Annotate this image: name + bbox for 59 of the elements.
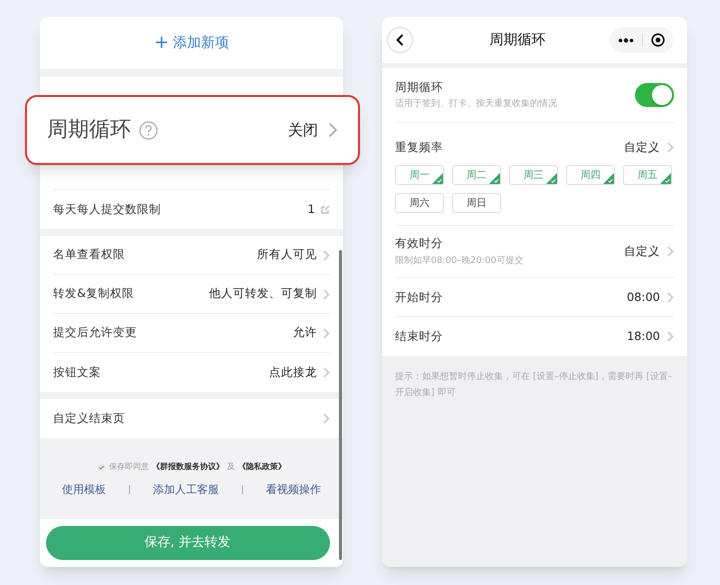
chevron-icon <box>323 288 330 300</box>
callout-title: 周期循环 <box>47 116 131 144</box>
row-value: 18:00 <box>626 328 660 346</box>
chevron-icon <box>323 250 330 260</box>
check-corner-icon <box>432 173 443 184</box>
row-value: 所有人可见 <box>257 246 317 264</box>
back-icon <box>396 34 404 46</box>
settings-row[interactable]: 按钮文案 点此接龙 <box>53 353 330 392</box>
check-corner-icon <box>660 173 671 184</box>
chevron-icon <box>323 413 330 424</box>
settings-row[interactable]: 开始时分 08:00 <box>395 278 674 318</box>
back-button[interactable] <box>387 27 413 53</box>
chevron-icon <box>323 328 330 338</box>
settings-row[interactable]: 转发&复制权限 他人可转发、可复制 <box>53 275 330 314</box>
row-hint: 限制如早08:00–晚20:00可提交 <box>395 254 524 268</box>
row-hint: 适用于签到、打卡、按天重复收集的情况 <box>395 98 557 111</box>
row-value: 08:00 <box>626 288 660 306</box>
row-label: 周期循环 <box>395 78 444 96</box>
agreement-link[interactable]: 《隐私政策》 <box>238 461 286 473</box>
row-value: 点此接龙 <box>269 364 317 381</box>
check-corner-icon <box>603 173 614 184</box>
callout-value: 关闭 <box>288 120 318 141</box>
chevron-icon <box>667 246 674 258</box>
footer-link[interactable]: 添加人工客服 <box>153 482 219 498</box>
settings-row[interactable]: 名单查看权限 所有人可见 <box>53 236 330 275</box>
help-icon <box>139 120 158 140</box>
row-value: 自定义 <box>624 243 660 260</box>
day-chip[interactable]: 周六 <box>395 193 444 214</box>
agreement-text: 保存即同意 <box>109 461 149 473</box>
tip-text: 提示：如果想暂时停止收集，可在 [设置–停止收集]，需要时再 [设置–开启收集] 即可 <box>394 370 674 400</box>
settings-row[interactable]: 提交后允许变更 允许 <box>53 314 330 353</box>
row-value: 他人可转发、可复制 <box>209 285 317 302</box>
settings-row[interactable]: 结束时分 18:00 <box>395 317 674 356</box>
separator: | <box>128 484 131 496</box>
agreement-link[interactable]: 《群报数服务协议》 <box>152 461 224 473</box>
chevron-icon <box>323 367 330 378</box>
agreement-text: 及 <box>227 461 235 473</box>
check-corner-icon <box>489 173 500 184</box>
edit-icon <box>321 205 330 214</box>
separator: | <box>241 484 244 496</box>
settings-row[interactable]: 重复频率 自定义 <box>395 139 674 156</box>
checkbox[interactable] <box>97 462 106 472</box>
chevron-icon <box>667 142 674 154</box>
footer-link[interactable]: 使用模板 <box>62 482 106 498</box>
toggle-switch[interactable] <box>635 83 674 107</box>
settings-row[interactable]: 有效时分 限制如早08:00–晚20:00可提交 自定义 <box>395 226 674 278</box>
row-value: 1 <box>308 200 315 218</box>
footer-link[interactable]: 看视频操作 <box>266 482 322 498</box>
row-value: 允许 <box>293 324 317 342</box>
page-title: 周期循环 <box>488 30 546 50</box>
day-chip[interactable]: 周日 <box>452 193 501 214</box>
scrollbar[interactable] <box>339 250 342 560</box>
add-item-button[interactable]: + 添加新项 <box>154 32 230 54</box>
chevron-icon <box>667 292 674 303</box>
chevron-icon <box>667 331 674 342</box>
chevron-icon <box>328 122 338 138</box>
capsule-menu[interactable] <box>610 27 674 53</box>
check-corner-icon <box>546 173 557 184</box>
row-value: 自定义 <box>624 139 660 156</box>
